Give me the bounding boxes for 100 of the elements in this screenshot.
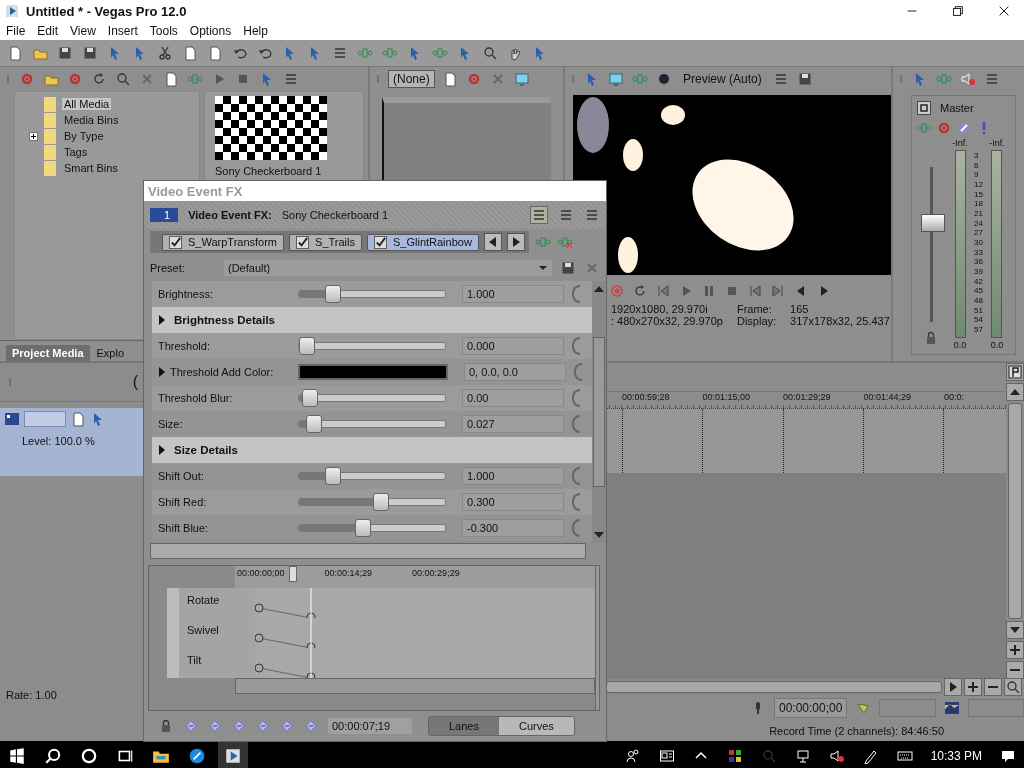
save-icon[interactable] [560, 260, 576, 276]
news-icon[interactable] [658, 748, 675, 764]
monitor-icon[interactable] [608, 71, 624, 87]
value-field[interactable]: 0, 0.0, 0.0 [464, 363, 566, 381]
keyframe-toggle[interactable] [572, 337, 580, 355]
dropdown[interactable]: (None) [388, 70, 435, 88]
keyframe-toggle[interactable] [572, 415, 580, 433]
keyframe-button[interactable] [232, 719, 246, 733]
pen-icon[interactable] [862, 748, 879, 764]
keyframe-toggle[interactable] [572, 285, 580, 303]
keyframe-button[interactable] [304, 719, 318, 733]
bus-icon[interactable] [916, 100, 932, 116]
task-view-icon[interactable] [116, 747, 134, 765]
scissors-icon[interactable] [157, 45, 173, 61]
checkbox[interactable] [169, 235, 182, 249]
panel-tab[interactable]: Project Media [6, 345, 90, 361]
globe-icon[interactable] [188, 747, 206, 765]
keyframe-button[interactable] [184, 719, 198, 733]
scrollbar-thumb[interactable] [606, 681, 942, 693]
checkbox[interactable] [374, 235, 387, 249]
zoom-out-button[interactable] [1006, 661, 1024, 679]
value-field[interactable]: -0.300 [462, 519, 564, 537]
tree-item[interactable]: Tags [62, 146, 90, 158]
page-icon[interactable] [182, 45, 198, 61]
expand-icon[interactable] [158, 367, 166, 377]
scrollbar-thumb[interactable] [1008, 403, 1022, 619]
color-swatch[interactable] [298, 364, 448, 380]
keyframe-toggle[interactable] [572, 493, 580, 511]
value-field[interactable]: 0.300 [462, 493, 564, 511]
menu-item[interactable]: Tools [149, 24, 178, 38]
slider-handle[interactable] [325, 467, 341, 485]
skip-forward-icon[interactable] [770, 283, 786, 299]
tree-item[interactable]: Smart Bins [62, 162, 120, 174]
checkbox[interactable] [296, 235, 310, 249]
horizontal-scrollbar[interactable] [150, 543, 586, 559]
start-button[interactable] [8, 747, 26, 765]
time-field[interactable]: 00:00:07;19 [328, 718, 412, 734]
scroll-up-button[interactable] [1006, 383, 1024, 401]
restore-button[interactable] [951, 4, 965, 18]
plugin-button[interactable]: S_Trails [289, 233, 362, 251]
value-field[interactable]: 0.000 [462, 337, 564, 355]
track-name-field[interactable] [24, 411, 66, 427]
speaker-muted-icon[interactable] [828, 748, 845, 764]
list-icon[interactable] [558, 207, 574, 223]
zoom-in-button[interactable] [1006, 641, 1024, 659]
notification-icon[interactable] [1000, 748, 1016, 764]
zoom-out-button[interactable] [984, 678, 1002, 696]
zoom-in-button[interactable] [964, 678, 982, 696]
network-icon[interactable] [794, 748, 811, 764]
preview-quality-dropdown[interactable]: Preview (Auto) [679, 72, 766, 86]
expand-icon[interactable] [158, 445, 166, 455]
keyframe-toggle[interactable] [572, 467, 580, 485]
color-swatch-icon[interactable] [726, 748, 743, 764]
slider-handle[interactable] [299, 337, 315, 355]
view-mode-button[interactable]: Lanes [429, 717, 499, 735]
playhead[interactable] [289, 566, 297, 582]
panel-tab[interactable]: Explo [92, 345, 129, 361]
page-icon[interactable] [163, 71, 179, 87]
view-mode-button[interactable]: Curves [499, 717, 574, 735]
tree-item[interactable]: Media Bins [62, 114, 121, 126]
preset-dropdown[interactable]: (Default) [224, 260, 552, 276]
skip-back-icon[interactable] [747, 283, 763, 299]
zoom-icon[interactable] [1004, 678, 1022, 696]
slider-handle[interactable] [373, 493, 390, 511]
menu-item[interactable]: View [70, 24, 96, 38]
loop-icon[interactable] [91, 71, 107, 87]
close-button[interactable] [997, 4, 1011, 18]
value-field[interactable]: 1.000 [462, 285, 564, 303]
plugin-button[interactable]: S_GlintRainbow [367, 233, 479, 251]
checkerboard-thumbnail[interactable] [215, 96, 327, 160]
play-logo-icon[interactable] [218, 741, 248, 768]
circle-icon[interactable] [656, 71, 672, 87]
fader-handle[interactable] [920, 213, 945, 232]
previous-button[interactable] [483, 233, 502, 251]
search-icon[interactable] [44, 747, 62, 765]
value-field[interactable]: 0.027 [462, 415, 564, 433]
menu-item[interactable]: Insert [107, 24, 138, 38]
save-icon[interactable] [57, 45, 73, 61]
loop-icon[interactable] [632, 283, 648, 299]
tree-item[interactable]: All Media [62, 98, 112, 110]
keyframe-toggle[interactable] [574, 363, 582, 381]
value-field[interactable]: 1.000 [462, 467, 564, 485]
list-icon[interactable] [332, 45, 348, 61]
next-button[interactable] [506, 233, 525, 251]
keyframe-toggle[interactable] [572, 519, 580, 537]
slider-handle[interactable] [305, 415, 322, 433]
time-field[interactable]: 00:00:00;00 [774, 698, 848, 718]
menu-item[interactable]: Edit [37, 24, 59, 38]
prohibited-icon[interactable] [956, 120, 972, 136]
save-icon[interactable] [82, 45, 98, 61]
layers-icon[interactable] [70, 411, 86, 427]
keyframe-button[interactable] [256, 719, 270, 733]
section-header[interactable]: Brightness Details [152, 307, 592, 333]
vertical-scrollbar[interactable] [595, 566, 599, 710]
circle-outline-icon[interactable] [80, 747, 98, 765]
play-icon[interactable] [944, 678, 962, 696]
list-icon[interactable] [283, 71, 299, 87]
menu-item[interactable]: Help [243, 24, 268, 38]
scrollbar-thumb[interactable] [593, 337, 605, 487]
marker-flag-icon[interactable] [1006, 363, 1024, 381]
